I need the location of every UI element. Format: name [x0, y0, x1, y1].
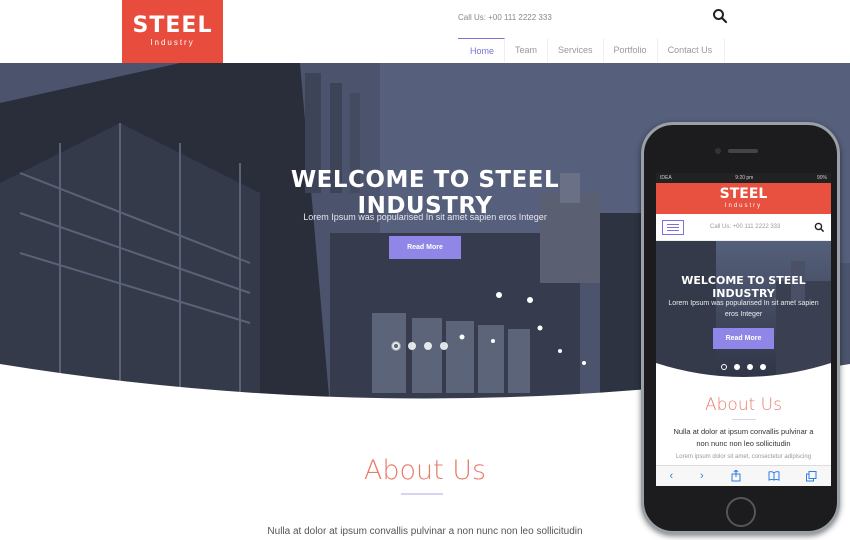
phone-home-button[interactable] — [726, 497, 756, 527]
mobile-nav-bar: Call Us: +00 111 2222 333 — [656, 214, 831, 241]
mobile-slider-dot-1[interactable] — [721, 364, 727, 370]
phone-camera — [715, 148, 721, 154]
mobile-search-icon[interactable] — [814, 222, 825, 233]
mobile-about-text-2: Lorem ipsum dolor sit amet, consectetur … — [675, 454, 812, 460]
carrier-label: IDEA — [660, 175, 672, 181]
slider-dot-2[interactable] — [408, 342, 416, 350]
mobile-hero: WELCOME TO STEEL INDUSTRY Lorem Ipsum wa… — [656, 241, 831, 381]
mobile-hero-title: WELCOME TO STEEL INDUSTRY — [681, 274, 806, 300]
nav-portfolio[interactable]: Portfolio — [604, 38, 658, 62]
about-text: Nulla at dolor at ipsum convallis pulvin… — [267, 526, 583, 537]
slider-dot-4[interactable] — [440, 342, 448, 350]
slider-dot-1[interactable] — [392, 342, 400, 350]
back-icon[interactable]: ‹ — [669, 470, 673, 482]
mobile-slider-dot-4[interactable] — [760, 364, 766, 370]
phone-screen: IDEA 9:20 pm 90% STEEL Industry Call Us:… — [656, 173, 831, 486]
nav-team[interactable]: Team — [505, 38, 549, 62]
battery-label: 90% — [816, 175, 827, 181]
mobile-logo-subtitle: Industry — [724, 203, 763, 209]
main-nav: Home Team Services Portfolio Contact Us — [458, 38, 726, 62]
logo-title: STEEL — [132, 13, 213, 38]
search-icon[interactable] — [712, 8, 728, 24]
mobile-logo[interactable]: STEEL Industry — [656, 183, 831, 214]
nav-home[interactable]: Home — [458, 38, 506, 62]
forward-icon[interactable]: › — [700, 470, 704, 482]
mobile-about-divider — [731, 419, 756, 420]
time-label: 9:20 pm — [735, 175, 754, 181]
mobile-logo-title: STEEL — [719, 186, 768, 202]
hamburger-menu-icon[interactable] — [662, 219, 684, 235]
mobile-slider-dots — [721, 364, 766, 370]
nav-services[interactable]: Services — [548, 38, 604, 62]
hero-subtitle: Lorem Ipsum was popularised In sit amet … — [303, 212, 547, 222]
mobile-hero-subtitle: Lorem Ipsum was popularised In sit amet … — [668, 300, 819, 318]
logo-subtitle: Industry — [150, 38, 195, 47]
phone-mockup: IDEA 9:20 pm 90% STEEL Industry Call Us:… — [641, 122, 840, 534]
mobile-slider-dot-2[interactable] — [734, 364, 740, 370]
about-title: About Us — [363, 455, 487, 486]
phone-status-bar: IDEA 9:20 pm 90% — [656, 173, 831, 183]
logo[interactable]: STEEL Industry — [122, 0, 223, 63]
read-more-button[interactable]: Read More — [389, 236, 461, 259]
browser-toolbar: ‹ › — [656, 465, 831, 486]
slider-dot-3[interactable] — [424, 342, 432, 350]
tabs-icon[interactable] — [806, 470, 817, 482]
bookmarks-icon[interactable] — [768, 471, 780, 481]
mobile-about-title: About Us — [705, 395, 782, 415]
phone-speaker — [728, 149, 758, 153]
slider-dots — [392, 342, 448, 350]
share-icon[interactable] — [731, 470, 741, 482]
about-divider — [401, 493, 443, 495]
mobile-call-us: Call Us: +00 111 2222 333 — [710, 224, 781, 230]
call-us-text: Call Us: +00 111 2222 333 — [458, 13, 552, 22]
mobile-read-more-button[interactable]: Read More — [713, 328, 774, 349]
mobile-about-text: Nulla at dolor at ipsum convallis pulvin… — [673, 427, 814, 448]
mobile-slider-dot-3[interactable] — [747, 364, 753, 370]
nav-contact-us[interactable]: Contact Us — [658, 38, 726, 62]
